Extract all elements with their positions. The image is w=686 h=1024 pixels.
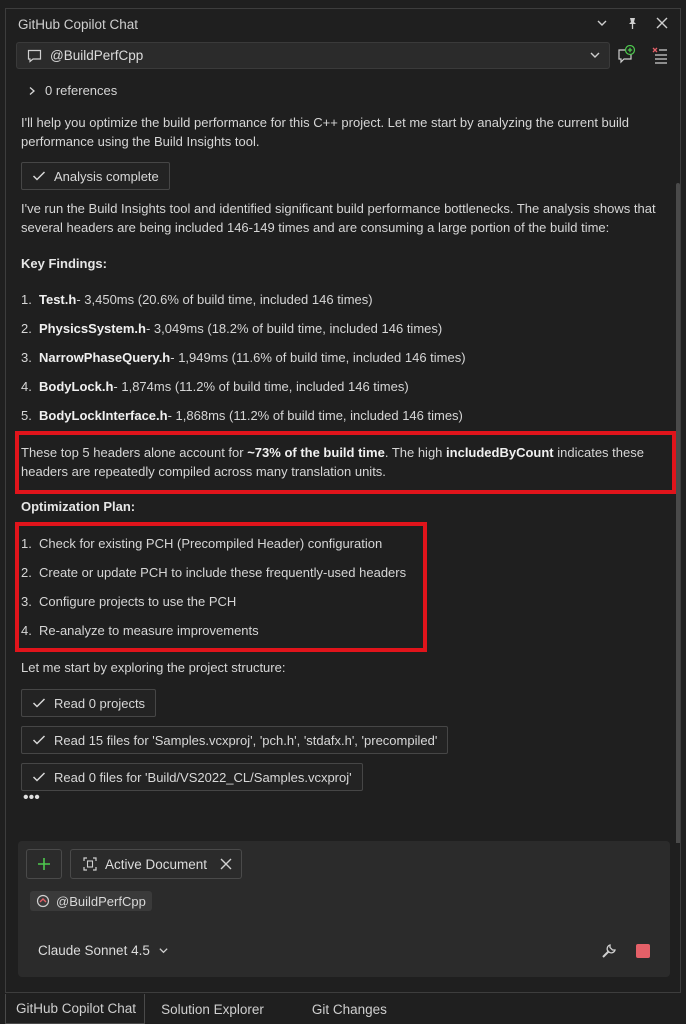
close-icon[interactable] [654,15,670,31]
chevron-down-icon [159,948,168,954]
tools-icon[interactable] [600,942,618,960]
intro-text: I'll help you optimize the build perform… [21,115,630,149]
chat-transcript[interactable]: 0 references I'll help you optimize the … [6,73,682,843]
new-thread-icon[interactable] [616,45,636,65]
analysis-status-label: Analysis complete [54,168,159,184]
highlight-annotation-box [15,431,676,494]
add-context-button[interactable] [26,849,62,879]
checkmark-icon [32,698,46,708]
model-picker[interactable]: Claude Sonnet 4.5 [38,943,169,958]
chevron-down-icon [589,49,601,64]
tool-call-chip[interactable]: Read 0 files for 'Build/VS2022_CL/Sample… [21,763,363,791]
stop-button[interactable] [636,944,650,958]
checkmark-icon [32,171,46,181]
tool-call-label: Read 0 files for 'Build/VS2022_CL/Sample… [54,769,352,785]
copilot-chat-window: GitHub Copilot Chat @BuildPerfCpp 0 refe… [5,8,681,993]
references-toggle[interactable]: 0 references [27,83,117,98]
chevron-right-icon [29,86,35,95]
pin-icon[interactable] [624,15,640,31]
optimization-plan-heading: Optimization Plan: [21,499,136,514]
tool-call-label: Read 0 projects [54,695,146,711]
plus-icon [38,858,50,870]
tool-call-label: Read 15 files for 'Samples.vcxproj', 'pc… [54,732,438,748]
title-bar: GitHub Copilot Chat [6,9,680,39]
agent-tag[interactable]: @BuildPerfCpp [30,891,152,911]
tool-call-chip[interactable]: Read 0 projects [21,689,157,717]
key-findings-list: 1. Test.h - 3,450ms (20.6% of build time,… [21,285,661,430]
list-item: 4. BodyLock.h - 1,874ms (11.2% of build t… [21,379,409,394]
list-item: 5. BodyLockInterface.h - 1,868ms (11.2% o… [21,408,463,423]
active-document-chip[interactable]: Active Document [70,849,243,879]
explore-text: Let me start by exploring the project st… [21,660,286,675]
tool-call-chip[interactable]: Read 15 files for 'Samples.vcxproj', 'pc… [21,726,449,754]
agent-tag-label: @BuildPerfCpp [56,893,146,909]
document-focus-icon [83,857,97,871]
chat-icon [27,49,42,63]
summary-text: I've run the Build Insights tool and ide… [21,201,656,235]
progress-indicator: ••• [23,789,40,806]
agent-icon [36,894,50,908]
list-item: 1. Test.h - 3,450ms (20.6% of build time,… [21,292,373,307]
active-document-label: Active Document [105,856,208,872]
clear-threads-icon[interactable] [650,45,670,65]
tool-window-tabs: GitHub Copilot Chat Solution Explorer Gi… [5,994,681,1024]
references-label: 0 references [45,83,118,98]
tab-copilot-chat[interactable]: GitHub Copilot Chat [5,994,146,1024]
chevron-down-icon[interactable] [594,15,610,31]
agent-row: @BuildPerfCpp [6,39,680,73]
tab-git-changes[interactable]: Git Changes [298,994,401,1024]
chat-input-area[interactable]: Active Document @BuildPerfCpp Claude Son… [18,841,670,977]
tab-solution-explorer[interactable]: Solution Explorer [145,994,298,1024]
list-item: 2. PhysicsSystem.h - 3,049ms (18.2% of bu… [21,321,443,336]
model-label: Claude Sonnet 4.5 [38,943,150,958]
checkmark-icon [32,735,46,745]
plan-annotation-box [15,522,427,652]
checkmark-icon [32,772,46,782]
window-title: GitHub Copilot Chat [18,16,139,32]
scrollbar[interactable] [676,183,680,843]
close-icon[interactable] [219,857,233,871]
analysis-status-chip[interactable]: Analysis complete [21,162,170,190]
key-findings-heading: Key Findings: [21,256,107,271]
agent-select-value: @BuildPerfCpp [50,48,144,63]
agent-select[interactable]: @BuildPerfCpp [16,42,610,69]
list-item: 3. NarrowPhaseQuery.h - 1,949ms (11.6% of… [21,350,466,365]
